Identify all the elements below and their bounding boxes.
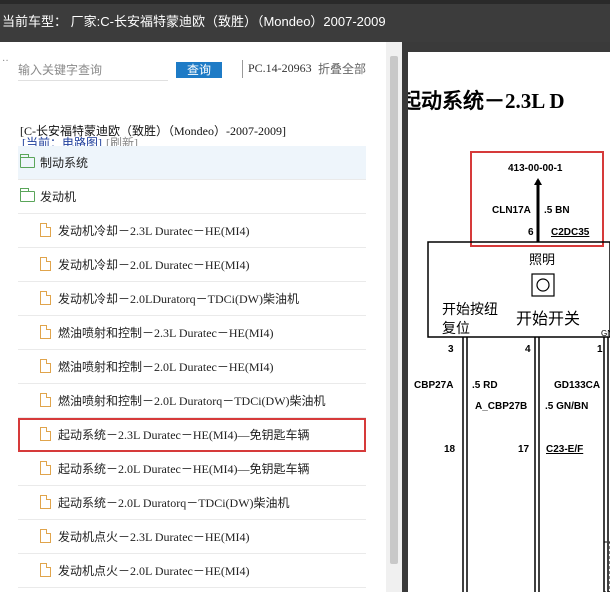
tree-item[interactable]: 起动系统－2.0L Duratec－HE(MI4)—免钥匙车辆 bbox=[18, 452, 366, 486]
tree-item[interactable]: 发动机点火－2.0L Duratec－HE(MI4) bbox=[18, 554, 366, 588]
tree-folder-engine[interactable]: 发动机 bbox=[18, 180, 366, 214]
tree-item-label: 燃油喷射和控制－2.3L Duratec－HE(MI4) bbox=[58, 326, 274, 340]
search-bar: ·· 查询 PC.14-20963 折叠全部 bbox=[0, 42, 386, 82]
tree-item[interactable]: 发动机冷却－2.0LDuratorq－TDCi(DW)柴油机 bbox=[18, 282, 366, 316]
collapse-all-link[interactable]: 折叠全部 bbox=[318, 60, 366, 77]
pin-label: 1 bbox=[597, 344, 603, 355]
folder-icon bbox=[20, 188, 35, 202]
ignition-icon bbox=[531, 273, 555, 297]
tree-item[interactable]: 起动系统－2.0L Duratorq－TDCi(DW)柴油机 bbox=[18, 486, 366, 520]
illumination-label: 照明 bbox=[529, 252, 555, 267]
current-vehicle-label: 当前车型： 厂家:C-长安福特蒙迪欧（致胜）（Mondeo）2007-2009 bbox=[2, 14, 386, 29]
tree-item-label: 发动机点火－2.0L Duratec－HE(MI4) bbox=[58, 564, 250, 578]
ref-label: 413-00-00-1 bbox=[508, 163, 563, 174]
tree-item-label: 起动系统－2.0L Duratec－HE(MI4)—免钥匙车辆 bbox=[58, 462, 310, 476]
document-icon bbox=[40, 529, 51, 543]
title-bar: 当前车型： 厂家:C-长安福特蒙迪欧（致胜）（Mondeo）2007-2009 bbox=[0, 0, 610, 42]
tree-folder-label: 制动系统 bbox=[40, 156, 89, 170]
document-icon bbox=[40, 563, 51, 577]
tree-folder-label: 发动机 bbox=[40, 190, 77, 204]
scrollbar-thumb[interactable] bbox=[390, 56, 398, 564]
tree-scrollbar[interactable] bbox=[386, 42, 402, 592]
tree-item-label: 燃油喷射和控制－2.0L Duratec－HE(MI4) bbox=[58, 360, 274, 374]
tree-panel: ·· 查询 PC.14-20963 折叠全部 [C-长安福特蒙迪欧（致胜）（Mo… bbox=[0, 42, 386, 592]
arrow-up-icon bbox=[534, 178, 542, 185]
wire-gauge-label: .5 RD bbox=[472, 380, 498, 391]
document-icon bbox=[40, 495, 51, 509]
connector-outline bbox=[603, 541, 610, 592]
tree-folder-brake-system[interactable]: 制动系统 bbox=[18, 146, 366, 180]
divider bbox=[242, 60, 243, 78]
tree-item-label: 起动系统－2.3L Duratec－HE(MI4)—免钥匙车辆 bbox=[58, 428, 310, 442]
tree-item[interactable]: 燃油喷射和控制－2.0L Duratorq－TDCi(DW)柴油机 bbox=[18, 384, 366, 418]
diagram-panel: 起动系统－2.3L D 413-00-00-1 CLN17A .5 BN 6 C… bbox=[402, 42, 610, 592]
tree-item-label: 发动机点火－2.3L Duratec－HE(MI4) bbox=[58, 530, 250, 544]
tree-item-label: 起动系统－2.0L Duratorq－TDCi(DW)柴油机 bbox=[58, 496, 290, 510]
drag-handle-icon: ·· bbox=[2, 56, 9, 67]
search-underline bbox=[18, 80, 168, 81]
wire-gauge-label: .5 GN/BN bbox=[545, 401, 588, 412]
document-icon bbox=[40, 325, 51, 339]
wire-id-label: CBP27A bbox=[414, 380, 453, 391]
pin-label: 6 bbox=[528, 227, 534, 238]
pin-label: 18 bbox=[444, 444, 456, 455]
tree-item[interactable]: 发动机点火－2.3L Duratec－HE(MI4) bbox=[18, 520, 366, 554]
search-input[interactable] bbox=[18, 60, 158, 80]
tree-item-label: 发动机冷却－2.0L Duratec－HE(MI4) bbox=[58, 258, 250, 272]
document-icon bbox=[40, 393, 51, 407]
diagram-title: 起动系统－2.3L D bbox=[408, 89, 565, 113]
tree-item[interactable]: 发动机冷却－2.0L Duratec－HE(MI4) bbox=[18, 248, 366, 282]
gn-label: GN bbox=[601, 329, 610, 338]
connector-label: C23-E/F bbox=[546, 444, 583, 455]
start-switch-label: 开始开关 bbox=[516, 310, 580, 328]
document-icon bbox=[40, 427, 51, 441]
category-tree: 制动系统 发动机 发动机冷却－2.3L Duratec－HE(MI4) 发动机冷… bbox=[18, 146, 366, 588]
wire-id-label: A_CBP27B bbox=[475, 401, 527, 412]
top-strip bbox=[0, 0, 610, 4]
wire-id-label: CLN17A bbox=[492, 205, 531, 216]
tree-item-label: 发动机冷却－2.3L Duratec－HE(MI4) bbox=[58, 224, 250, 238]
document-icon bbox=[40, 257, 51, 271]
pin-label: 3 bbox=[448, 344, 454, 355]
pin-label: 17 bbox=[518, 444, 530, 455]
reset-label: 复位 bbox=[442, 320, 470, 337]
part-number: PC.14-20963 bbox=[248, 61, 312, 75]
wiring-diagram-canvas: 起动系统－2.3L D 413-00-00-1 CLN17A .5 BN 6 C… bbox=[408, 89, 610, 592]
document-icon bbox=[40, 359, 51, 373]
tree-item[interactable]: 发动机冷却－2.3L Duratec－HE(MI4) bbox=[18, 214, 366, 248]
start-button-label: 开始按纽 bbox=[442, 302, 498, 318]
document-icon bbox=[40, 291, 51, 305]
document-icon bbox=[40, 461, 51, 475]
tree-item-label: 燃油喷射和控制－2.0L Duratorq－TDCi(DW)柴油机 bbox=[58, 394, 326, 408]
wiring-diagram[interactable]: 起动系统－2.3L D 413-00-00-1 CLN17A .5 BN 6 C… bbox=[408, 52, 610, 592]
connector-label: C2DC35 bbox=[551, 227, 590, 238]
document-icon bbox=[40, 223, 51, 237]
pin-label: 4 bbox=[525, 344, 531, 355]
tree-item[interactable]: 燃油喷射和控制－2.3L Duratec－HE(MI4) bbox=[18, 316, 366, 350]
folder-icon bbox=[20, 154, 35, 168]
wire-id-label: GD133CA bbox=[554, 380, 600, 391]
tree-item[interactable]: 燃油喷射和控制－2.0L Duratec－HE(MI4) bbox=[18, 350, 366, 384]
tree-item-label: 发动机冷却－2.0LDuratorq－TDCi(DW)柴油机 bbox=[58, 292, 299, 306]
tree-item-selected[interactable]: 起动系统－2.3L Duratec－HE(MI4)—免钥匙车辆 bbox=[18, 418, 366, 452]
search-button[interactable]: 查询 bbox=[176, 62, 222, 78]
wire-gauge-label: .5 BN bbox=[544, 205, 570, 216]
